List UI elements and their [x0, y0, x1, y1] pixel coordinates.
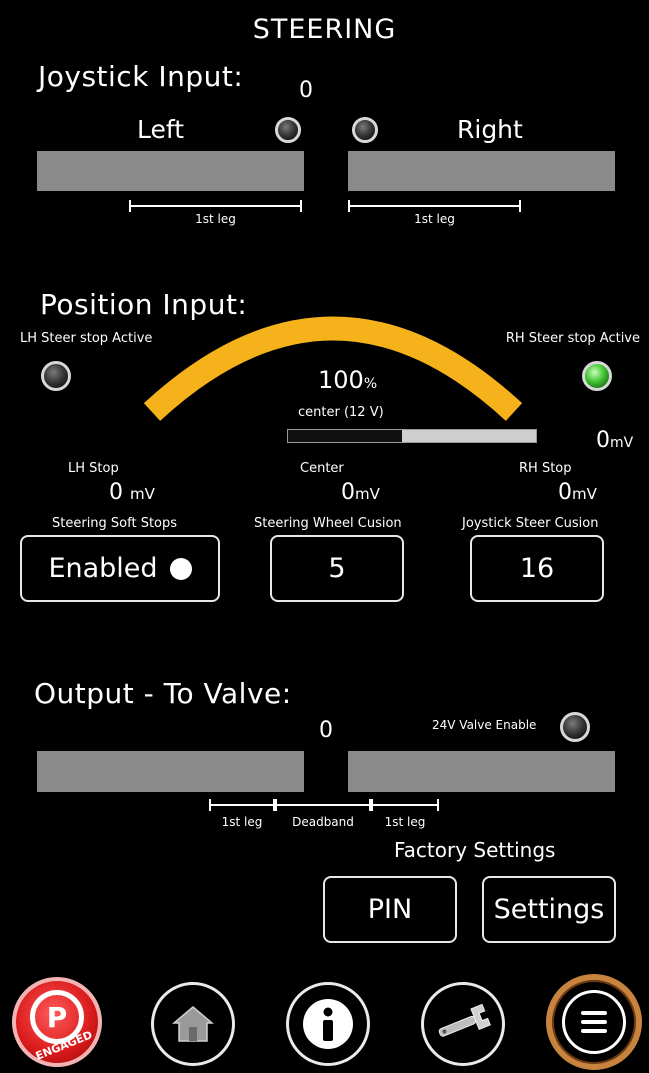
rh-stop-value: 0 — [558, 480, 572, 505]
center-position-bar — [287, 429, 537, 443]
home-button[interactable] — [151, 982, 235, 1066]
wheel-cushion-button[interactable]: 5 — [270, 535, 404, 602]
position-percent-unit: % — [363, 376, 378, 392]
joystick-cushion-label: Joystick Steer Cusion — [462, 516, 599, 531]
center-stop-value: 0 — [341, 480, 355, 505]
valve-enable-label: 24V Valve Enable — [432, 718, 537, 732]
info-icon — [303, 999, 353, 1049]
output-deadband-bracket — [275, 799, 371, 811]
output-leg1-bracket — [209, 799, 275, 811]
settings-button[interactable]: Settings — [482, 876, 616, 943]
rh-stop-reading: 0mV — [558, 480, 597, 505]
lh-stop-label: LH Stop — [68, 461, 119, 476]
settings-button-label: Settings — [493, 894, 605, 925]
pin-button[interactable]: PIN — [323, 876, 457, 943]
output-leg1-label: 1st leg — [221, 815, 263, 829]
output-leg2-bracket — [371, 799, 439, 811]
output-value: 0 — [319, 718, 333, 743]
menu-icon — [562, 990, 626, 1054]
center-stop-label: Center — [300, 461, 344, 476]
steering-screen: STEERING Joystick Input: 0 Left Right 1s… — [0, 0, 649, 1073]
output-left-bar — [37, 751, 304, 792]
output-deadband-label: Deadband — [292, 815, 354, 829]
output-right-bar — [348, 751, 615, 792]
factory-settings-label: Factory Settings — [394, 838, 556, 862]
soft-stops-value: Enabled — [48, 553, 158, 584]
valve-enable-indicator-icon — [560, 712, 590, 742]
soft-stops-toggle-button[interactable]: Enabled — [20, 535, 220, 602]
joystick-cushion-value: 16 — [519, 553, 555, 584]
center-stop-unit: mV — [355, 485, 380, 503]
center-position-bar-fill — [402, 430, 536, 442]
wheel-cushion-value: 5 — [328, 553, 346, 584]
parking-brake-button[interactable]: P ENGAGED — [12, 977, 102, 1067]
position-reading-unit: mV — [610, 435, 634, 451]
pin-button-label: PIN — [367, 894, 413, 925]
rh-stop-label: RH Stop — [519, 461, 572, 476]
lh-stop-unit: mV — [130, 485, 155, 503]
soft-stops-label: Steering Soft Stops — [52, 516, 178, 531]
center-voltage-label: center (12 V) — [298, 405, 384, 420]
wrench-icon — [438, 1004, 491, 1037]
lh-stop-value: 0 — [109, 480, 123, 505]
output-heading: Output - To Valve: — [34, 677, 292, 710]
position-reading: 0mV — [596, 428, 633, 453]
enabled-indicator-icon — [169, 557, 192, 580]
center-stop-reading: 0mV — [341, 480, 380, 505]
joystick-cushion-button[interactable]: 16 — [470, 535, 604, 602]
parking-brake-letter: P — [46, 1000, 68, 1034]
hamburger-icon — [581, 1011, 607, 1033]
tools-button[interactable] — [421, 982, 505, 1066]
output-leg2-label: 1st leg — [384, 815, 426, 829]
lh-stop-reading: 0 mV — [109, 480, 155, 505]
home-icon — [172, 1006, 214, 1042]
wheel-cushion-label: Steering Wheel Cusion — [254, 516, 402, 531]
position-percent: 100% — [318, 366, 377, 394]
position-reading-value: 0 — [596, 428, 610, 453]
info-button[interactable] — [286, 982, 370, 1066]
menu-button[interactable] — [546, 974, 642, 1070]
rh-stop-unit: mV — [572, 485, 597, 503]
position-percent-value: 100 — [318, 366, 364, 394]
